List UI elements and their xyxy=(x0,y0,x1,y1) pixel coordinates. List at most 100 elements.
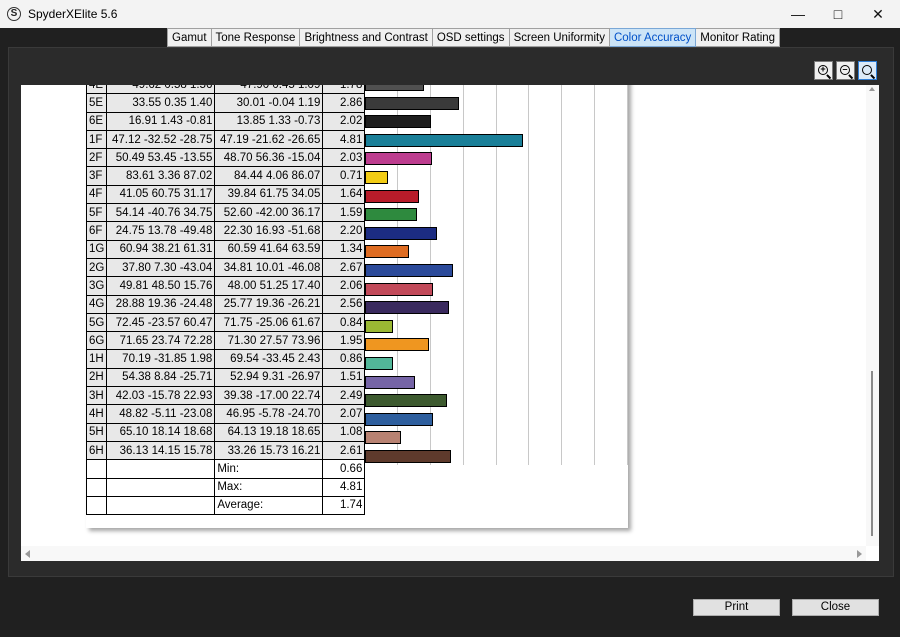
cell-id: 6G xyxy=(85,331,108,351)
bar-5F xyxy=(365,208,418,222)
report-viewport: 4E49.62 0.58 1.5647.90 0.45 1.091.785E33… xyxy=(21,85,879,561)
bar-1G xyxy=(365,245,410,259)
cell-meas: 13.85 1.33 -0.73 xyxy=(214,111,324,131)
cell-ref: 37.80 7.30 -43.04 xyxy=(106,257,216,278)
cell-ref: 42.03 -15.78 22.93 xyxy=(106,386,216,406)
cell-de: 2.49 xyxy=(322,386,366,406)
cell-ref: 28.88 19.36 -24.48 xyxy=(106,294,216,314)
tab-color-accuracy[interactable]: Color Accuracy xyxy=(609,28,697,47)
cell-de: 0.71 xyxy=(322,166,366,186)
cell-de: 1.95 xyxy=(322,331,366,351)
horizontal-scrollbar[interactable] xyxy=(21,546,866,561)
cell-meas: 52.94 9.31 -26.97 xyxy=(214,367,324,388)
cell-ref: 50.49 53.45 -13.55 xyxy=(106,148,216,168)
cell-ref: 65.10 18.14 18.68 xyxy=(106,422,216,442)
cell-ref: 60.94 38.21 61.31 xyxy=(106,239,216,259)
table-row: 6F 24.75 13.78 -49.48 22.30 16.93 -51.68 2.… xyxy=(85,221,366,241)
cell-de: 0.86 xyxy=(322,349,366,369)
cell-de: 1.34 xyxy=(322,239,366,259)
bar-3H xyxy=(365,394,447,408)
cell-de: 0.84 xyxy=(322,312,366,333)
summary-row: Average: 1.74 xyxy=(85,495,366,516)
print-button[interactable]: Print xyxy=(693,599,780,616)
bar-3G xyxy=(365,282,433,296)
cell-id: 1H xyxy=(85,349,108,369)
table-row: 6E 16.91 1.43 -0.81 13.85 1.33 -0.73 2.02 xyxy=(85,111,366,131)
summary-empty-cell xyxy=(106,459,216,479)
cell-id: 4E xyxy=(85,85,108,95)
scroll-up-icon[interactable] xyxy=(869,87,875,91)
table-row: 5F 54.14 -40.76 34.75 52.60 -42.00 36.17 1.… xyxy=(85,203,366,223)
tab-tone-response[interactable]: Tone Response xyxy=(211,28,301,47)
tab-brightness-contrast[interactable]: Brightness and Contrast xyxy=(300,28,433,47)
summary-row: Max: 4.81 xyxy=(85,477,366,497)
table-row: 5H 65.10 18.14 18.68 64.13 19.18 18.65 1.08 xyxy=(85,422,366,442)
table-row: 3F 83.61 3.36 87.02 84.44 4.06 86.07 0.71 xyxy=(85,166,366,186)
table-row: 3G 49.81 48.50 15.76 48.00 51.25 17.40 2.06 xyxy=(85,276,366,296)
cell-ref: 49.81 48.50 15.76 xyxy=(106,276,216,296)
maximize-icon[interactable]: □ xyxy=(816,0,860,28)
cell-ref: 72.45 -23.57 60.47 xyxy=(106,312,216,333)
cell-ref: 54.38 8.84 -25.71 xyxy=(106,367,216,388)
summary-empty-cell xyxy=(85,459,108,479)
bar-2G xyxy=(365,264,453,277)
cell-meas: 48.00 51.25 17.40 xyxy=(214,276,324,296)
cell-meas: 71.30 27.57 73.96 xyxy=(214,331,324,351)
zoom-fit-button[interactable] xyxy=(858,61,877,80)
table-row: 3H 42.03 -15.78 22.93 39.38 -17.00 22.74 2.… xyxy=(85,386,366,406)
tab-osd-settings[interactable]: OSD settings xyxy=(432,28,510,47)
bar-4G xyxy=(365,301,450,315)
tab-gamut[interactable]: Gamut xyxy=(167,28,212,47)
cell-id: 2G xyxy=(85,257,108,278)
close-window-icon[interactable]: ✕ xyxy=(856,0,900,28)
table-row: 4H 48.82 -5.11 -23.08 46.95 -5.78 -24.70 2.… xyxy=(85,404,366,424)
cell-ref: 83.61 3.36 87.02 xyxy=(106,166,216,186)
table-row: 4E49.62 0.58 1.5647.90 0.45 1.091.78 xyxy=(85,85,366,95)
bar-5G xyxy=(365,319,393,333)
summary-label: Average: xyxy=(214,495,324,516)
cell-meas: 25.77 19.36 -26.21 xyxy=(214,294,324,314)
cell-de: 2.03 xyxy=(322,148,366,168)
cell-id: 6E xyxy=(85,111,108,131)
cell-id: 1F xyxy=(85,129,108,150)
close-button[interactable]: Close xyxy=(792,599,879,616)
minimize-icon[interactable]: — xyxy=(776,0,820,28)
tab-monitor-rating[interactable]: Monitor Rating xyxy=(696,28,781,47)
zoom-out-button[interactable]: – xyxy=(836,61,855,80)
cell-de: 2.20 xyxy=(322,221,366,241)
cell-meas: 30.01 -0.04 1.19 xyxy=(214,93,324,113)
delta-e-bar-chart xyxy=(364,85,628,465)
table-row: 1F 47.12 -32.52 -28.75 47.19 -21.62 -26.65… xyxy=(85,129,366,150)
vertical-scrollbar[interactable] xyxy=(866,85,879,546)
chart-gridline xyxy=(561,85,563,465)
summary-value: 0.66 xyxy=(322,459,366,479)
scroll-left-icon[interactable] xyxy=(25,550,30,558)
cell-id: 5G xyxy=(85,312,108,333)
cell-de: 2.07 xyxy=(322,404,366,424)
tab-screen-uniformity[interactable]: Screen Uniformity xyxy=(509,28,610,47)
scroll-right-icon[interactable] xyxy=(857,550,862,558)
cell-id: 5H xyxy=(85,422,108,442)
color-accuracy-table: 4E49.62 0.58 1.5647.90 0.45 1.091.785E33… xyxy=(85,85,366,516)
bar-6F xyxy=(365,226,438,240)
cell-de: 1.08 xyxy=(322,422,366,442)
bar-6G xyxy=(365,338,430,352)
cell-ref: 47.12 -32.52 -28.75 xyxy=(106,129,216,150)
cell-meas: 48.70 56.36 -15.04 xyxy=(214,148,324,168)
cell-meas: 46.95 -5.78 -24.70 xyxy=(214,404,324,424)
bar-2F xyxy=(365,152,432,166)
cell-id: 5F xyxy=(85,203,108,223)
cell-ref: 49.62 0.58 1.56 xyxy=(106,85,216,95)
vertical-scroll-thumb[interactable] xyxy=(871,371,873,536)
cell-de: 2.67 xyxy=(322,257,366,278)
cell-meas: 47.90 0.45 1.09 xyxy=(214,85,324,95)
summary-empty-cell xyxy=(106,495,216,516)
cell-meas: 64.13 19.18 18.65 xyxy=(214,422,324,442)
cell-id: 5E xyxy=(85,93,108,113)
summary-label: Min: xyxy=(214,459,324,479)
zoom-in-button[interactable]: + xyxy=(814,61,833,80)
cell-meas: 22.30 16.93 -51.68 xyxy=(214,221,324,241)
cell-de: 1.51 xyxy=(322,367,366,388)
cell-meas: 47.19 -21.62 -26.65 xyxy=(214,129,324,150)
cell-de: 2.06 xyxy=(322,276,366,296)
